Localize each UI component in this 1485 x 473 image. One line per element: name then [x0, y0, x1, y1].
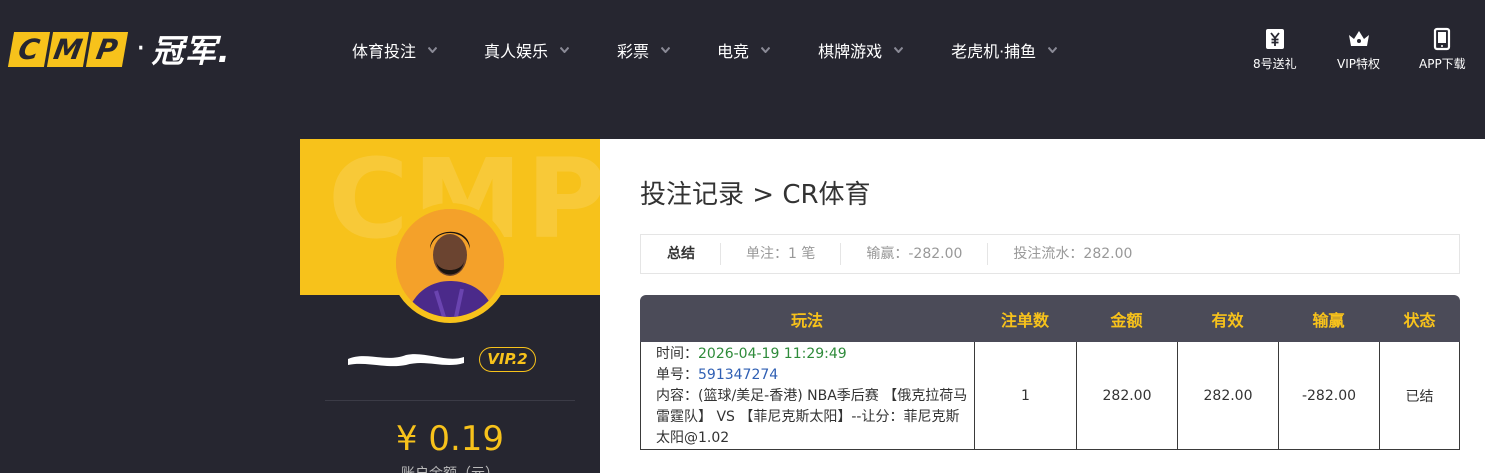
username-redacted	[348, 354, 464, 367]
main-nav: 体育投注 真人娱乐 彩票 电竞 棋牌游戏 老虎机·捕鱼	[352, 38, 1058, 62]
chevron-down-icon	[560, 47, 570, 53]
column-header-count: 注单数	[974, 295, 1076, 342]
quick-link-label: 8号送礼	[1253, 57, 1297, 71]
table-header-row: 玩法 注单数 金额 有效 输赢 状态	[640, 295, 1460, 342]
profile-divider	[325, 400, 575, 401]
logo-dot: ·	[136, 31, 146, 66]
bet-win-loss-cell: -282.00	[1278, 342, 1379, 450]
bet-valid-cell: 282.00	[1177, 342, 1278, 450]
nav-item-label: 电竞	[717, 42, 750, 61]
bet-amount-cell: 282.00	[1076, 342, 1177, 450]
nav-item-label: 老虎机·捕鱼	[951, 42, 1037, 61]
quick-link-label: APP下载	[1419, 57, 1466, 71]
nav-item-slots-fishing[interactable]: 老虎机·捕鱼	[951, 38, 1058, 62]
chevron-down-icon	[894, 47, 904, 53]
quick-link-label: VIP特权	[1337, 57, 1380, 71]
bet-content: 内容：(篮球/美足-香港) NBA季后赛 【俄克拉荷马雷霆队】 VS 【菲尼克斯…	[656, 388, 968, 446]
bet-order-line: 单号：591347274	[656, 365, 968, 386]
vip-badge: VIP.2	[479, 347, 536, 372]
account-balance: ¥ 0.19	[395, 419, 505, 459]
quick-link-gift[interactable]: 8号送礼	[1253, 27, 1297, 72]
summary-win-loss: 输赢：-282.00	[841, 243, 989, 265]
bet-order-number[interactable]: 591347274	[698, 367, 778, 383]
chevron-down-icon	[1048, 47, 1058, 53]
logo-letter: M	[46, 31, 90, 67]
chevron-down-icon	[661, 47, 671, 53]
quick-link-vip[interactable]: VIP特权	[1337, 27, 1380, 72]
column-header-valid: 有效	[1177, 295, 1278, 342]
bet-time: 2026-04-19 11:29:49	[698, 346, 847, 362]
bet-status-cell: 已结	[1379, 342, 1460, 450]
page-title: 投注记录 > CR体育	[640, 180, 871, 210]
profile-panel: CMP VIP.2 ¥ 0.19 账户余额（元）	[300, 139, 600, 473]
chevron-down-icon	[761, 47, 771, 53]
chevron-down-icon	[428, 47, 438, 53]
summary-label: 总结	[641, 243, 721, 265]
logo-letters: C M P	[7, 31, 129, 67]
bet-time-label: 时间：	[656, 346, 698, 362]
avatar[interactable]	[390, 203, 510, 323]
brand-logo[interactable]: C M P · 冠军.	[7, 30, 231, 70]
user-avatar-image	[396, 209, 504, 317]
bet-records-table: 玩法 注单数 金额 有效 输赢 状态 时间：2026-04-19 11:29:4…	[640, 295, 1460, 450]
tablet-icon	[1434, 27, 1451, 51]
bet-count-cell: 1	[974, 342, 1076, 450]
bet-time-line: 时间：2026-04-19 11:29:49	[656, 344, 968, 365]
top-header: C M P · 冠军. 体育投注 真人娱乐 彩票 电竞 棋牌游戏 老虎机·捕鱼	[0, 0, 1485, 97]
column-header-win-loss: 输赢	[1278, 295, 1379, 342]
nav-item-sports[interactable]: 体育投注	[352, 38, 438, 62]
quick-link-app[interactable]: APP下载	[1419, 27, 1466, 72]
table-row: 时间：2026-04-19 11:29:49 单号：591347274 内容：(…	[640, 342, 1460, 450]
logo-chinese-text: 冠军.	[151, 32, 231, 70]
nav-item-label: 真人娱乐	[484, 42, 549, 61]
summary-turnover: 投注流水：282.00	[1013, 246, 1133, 262]
logo-letter: C	[7, 31, 51, 67]
nav-item-card-games[interactable]: 棋牌游戏	[818, 38, 904, 62]
nav-item-label: 彩票	[617, 42, 650, 61]
crown-icon	[1348, 31, 1369, 46]
column-header-amount: 金额	[1076, 295, 1177, 342]
column-header-play: 玩法	[640, 295, 974, 342]
nav-item-esports[interactable]: 电竞	[717, 38, 771, 62]
bet-order-label: 单号：	[656, 367, 698, 383]
nav-item-lottery[interactable]: 彩票	[617, 38, 671, 62]
nav-item-label: 棋牌游戏	[818, 42, 883, 61]
column-header-status: 状态	[1379, 295, 1460, 342]
summary-bet-count: 单注：1 笔	[721, 243, 842, 265]
bet-detail-cell: 时间：2026-04-19 11:29:49 单号：591347274 内容：(…	[640, 342, 974, 450]
account-balance-label: 账户余额（元）	[300, 463, 600, 473]
bet-records-panel: 投注记录 > CR体育 总结 单注：1 笔 输赢：-282.00 投注流水：28…	[600, 139, 1485, 473]
summary-bar: 总结 单注：1 笔 输赢：-282.00 投注流水：282.00	[640, 234, 1460, 274]
nav-item-live-casino[interactable]: 真人娱乐	[484, 38, 570, 62]
yen-gift-icon	[1265, 29, 1284, 49]
logo-letter: P	[85, 31, 129, 67]
nav-item-label: 体育投注	[352, 42, 417, 61]
